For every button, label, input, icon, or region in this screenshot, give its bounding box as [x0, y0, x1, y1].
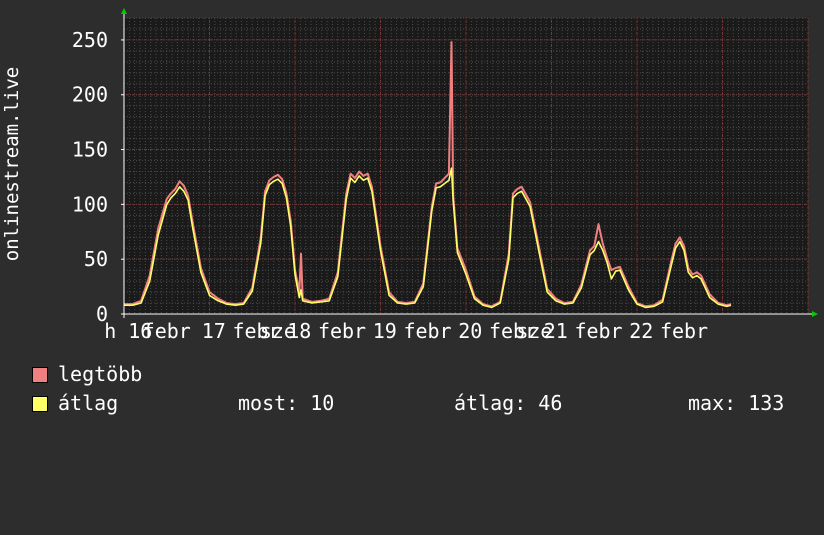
legend-swatch-max [32, 367, 48, 383]
stat-max: max: 133 [688, 391, 785, 415]
legend-label-max: legtöbb [58, 362, 143, 386]
x-tick-label: 20 [458, 319, 482, 343]
y-axis-arrow [121, 8, 127, 14]
x-axis-arrow [812, 311, 818, 317]
x-tick-label: febr [403, 319, 451, 343]
legend-row-avg: átlag most: 10 átlag: 46 max: 133 [32, 391, 824, 415]
stat-now: most: 10 [238, 391, 335, 415]
legend-row-max: legtöbb [32, 362, 142, 386]
x-tick-label: febr [574, 319, 622, 343]
stat-average: átlag: 46 [454, 391, 563, 415]
y-tick-label: 50 [84, 247, 108, 271]
x-tick-label: 21 [544, 319, 568, 343]
y-axis-label: onlinestream.live [1, 67, 23, 261]
x-tick-labels: h 16febr 17 febrsze18 febr 19 febr 20 febrsze21… [104, 319, 708, 343]
x-tick-label: febr [143, 319, 191, 343]
x-tick-label: 19 [373, 319, 397, 343]
x-tick-label: 22 [629, 319, 653, 343]
y-tick-label: 150 [72, 138, 108, 162]
y-tick-labels: 050100150200250 [72, 28, 108, 326]
x-tick-label: 17 [202, 319, 226, 343]
legend-label-avg: átlag [58, 391, 119, 415]
legend-swatch-avg [32, 396, 48, 412]
y-tick-label: 100 [72, 192, 108, 216]
x-tick-label: febr [318, 319, 366, 343]
x-tick-label: 18 [287, 319, 311, 343]
y-tick-label: 200 [72, 83, 108, 107]
y-tick-label: 250 [72, 28, 108, 52]
x-tick-label: febr [660, 319, 708, 343]
